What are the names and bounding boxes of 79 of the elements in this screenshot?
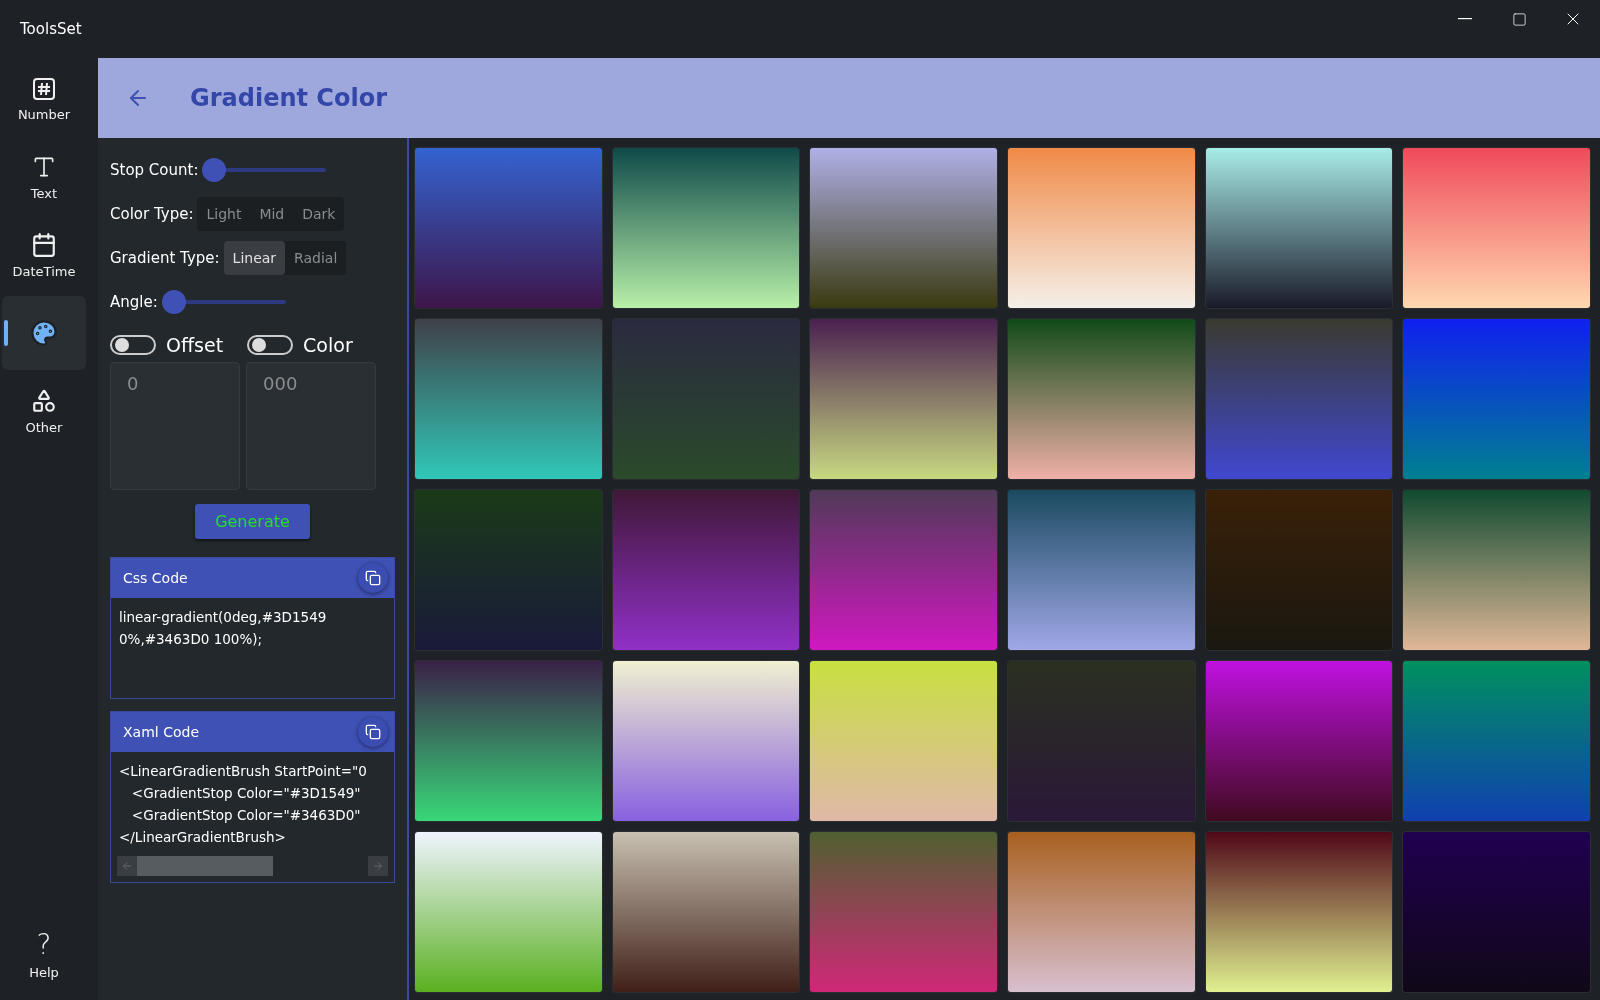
gradient-swatch[interactable]	[1205, 490, 1393, 650]
nav-item[interactable]: Other	[2, 374, 86, 448]
help-nav-item[interactable]: ? Help	[2, 918, 86, 992]
palette-icon	[30, 319, 58, 347]
gradient-swatch[interactable]	[1205, 661, 1393, 821]
gradient-swatch[interactable]	[415, 490, 602, 650]
gradient-swatch[interactable]	[1403, 319, 1590, 479]
copy-icon	[365, 570, 381, 586]
option-label: Color Type:	[110, 205, 194, 223]
slider-label: Stop Count:	[110, 161, 199, 179]
copy-button[interactable]	[358, 717, 388, 747]
gradient-swatch[interactable]	[415, 832, 602, 992]
minimize-icon	[1458, 18, 1472, 20]
toggle-label: Color	[303, 334, 353, 356]
page-title: Gradient Color	[190, 84, 387, 112]
slider-thumb[interactable]	[202, 158, 227, 182]
gradient-swatch[interactable]	[810, 148, 997, 308]
hash-icon	[32, 76, 56, 101]
card-title: Xaml Code	[123, 724, 199, 740]
gradient-swatch[interactable]	[810, 661, 997, 821]
segment-option[interactable]: Light	[197, 197, 251, 231]
arrow-right-icon	[372, 860, 384, 872]
gradient-swatch[interactable]	[1205, 319, 1393, 479]
gradient-swatch[interactable]	[1403, 148, 1590, 308]
code-line: </LinearGradientBrush>	[119, 828, 287, 847]
slider[interactable]	[202, 158, 327, 182]
slider[interactable]	[161, 290, 286, 314]
code-line: 0%,#3463D0 100%);	[119, 630, 264, 649]
code-line: <GradientStop Color="#3463D0"	[130, 806, 362, 825]
shapes-icon	[31, 387, 57, 414]
gradient-swatch[interactable]	[415, 319, 602, 479]
copy-button[interactable]	[358, 563, 388, 593]
gradient-swatch[interactable]	[612, 319, 800, 479]
gradient-swatch[interactable]	[1008, 319, 1195, 479]
slider-label: Angle:	[110, 293, 158, 311]
card-title: Css Code	[123, 570, 188, 586]
option-label: Gradient Type:	[110, 249, 220, 267]
gradient-swatch[interactable]	[612, 148, 800, 308]
nav-item[interactable]: Text	[2, 140, 86, 214]
gradient-swatch[interactable]	[1403, 661, 1590, 821]
gradient-swatch[interactable]	[612, 832, 800, 992]
gradient-swatch[interactable]	[612, 661, 800, 821]
gradient-swatch[interactable]	[1008, 661, 1195, 821]
nav-item[interactable]	[2, 296, 86, 370]
gradient-swatch[interactable]	[1205, 148, 1393, 308]
gradient-swatch[interactable]	[1403, 832, 1590, 992]
slider-thumb[interactable]	[161, 290, 186, 314]
maximize-icon	[1511, 11, 1527, 27]
code-line: <GradientStop Color="#3D1549"	[130, 784, 362, 803]
gradient-swatch[interactable]	[810, 319, 997, 479]
segment-option[interactable]: Radial	[285, 241, 347, 275]
segment-option[interactable]: Dark	[293, 197, 345, 231]
segment-option[interactable]: Linear	[223, 241, 286, 275]
input-field[interactable]: 0	[110, 362, 240, 490]
gradient-swatch[interactable]	[1403, 490, 1590, 650]
toggle-switch[interactable]	[247, 335, 294, 355]
calendar-icon	[31, 231, 57, 258]
toggle-label: Offset	[166, 334, 224, 356]
gradient-swatch[interactable]	[1008, 490, 1195, 650]
code-line: linear-gradient(0deg,#3D1549	[119, 608, 328, 627]
horizontal-scrollbar[interactable]	[117, 856, 388, 876]
arrow-left-icon	[121, 860, 133, 872]
gradient-swatch[interactable]	[1205, 832, 1393, 992]
toggle-switch[interactable]	[110, 335, 156, 355]
input-field[interactable]: 000	[246, 362, 376, 490]
segment-option[interactable]: Mid	[250, 197, 294, 231]
nav-item[interactable]: Number	[2, 62, 86, 136]
nav-item[interactable]: DateTime	[2, 218, 86, 292]
gradient-swatch[interactable]	[612, 490, 800, 650]
gradient-swatch[interactable]	[810, 490, 997, 650]
gradient-swatch[interactable]	[1008, 832, 1195, 992]
gradient-swatch[interactable]	[1008, 148, 1195, 308]
gradient-swatch[interactable]	[415, 148, 602, 308]
app-title: ToolsSet	[20, 20, 82, 38]
generate-button[interactable]: Generate	[195, 504, 310, 539]
copy-icon	[365, 724, 381, 740]
code-line: <LinearGradientBrush StartPoint="0	[119, 762, 368, 781]
gradient-swatch[interactable]	[810, 832, 997, 992]
gradient-swatch[interactable]	[415, 661, 602, 821]
